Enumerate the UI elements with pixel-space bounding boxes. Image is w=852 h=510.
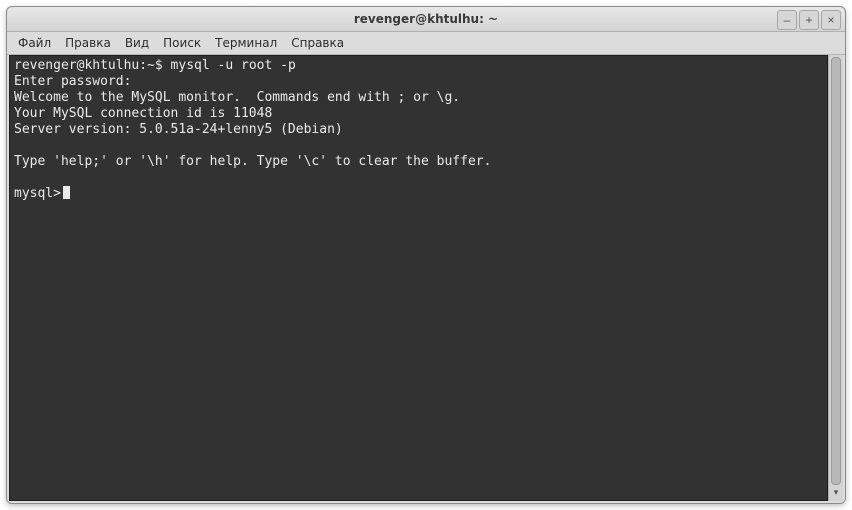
terminal-line: Server version: 5.0.51a-24+lenny5 (Debia… [14, 122, 343, 137]
menubar: Файл Правка Вид Поиск Терминал Справка [7, 32, 845, 55]
scrollbar-thumb[interactable] [831, 57, 841, 485]
shell-prompt: revenger@khtulhu:~$ [14, 58, 163, 73]
menu-edit[interactable]: Правка [60, 34, 116, 52]
terminal-line: Welcome to the MySQL monitor. Commands e… [14, 90, 460, 105]
menu-help[interactable]: Справка [286, 34, 349, 52]
menu-view[interactable]: Вид [120, 34, 154, 52]
terminal-line: Type 'help;' or '\h' for help. Type '\c'… [14, 154, 491, 169]
close-button[interactable]: × [821, 10, 841, 30]
maximize-button[interactable]: + [799, 10, 819, 30]
shell-command: mysql -u root -p [171, 58, 296, 73]
window-controls: – + × [777, 10, 841, 30]
window-title: revenger@khtulhu: ~ [7, 12, 845, 26]
scrollbar[interactable]: ▾ [828, 55, 843, 501]
terminal-line: Your MySQL connection id is 11048 [14, 106, 272, 121]
terminal-output[interactable]: revenger@khtulhu:~$ mysql -u root -p Ent… [9, 55, 828, 501]
titlebar[interactable]: revenger@khtulhu: ~ – + × [7, 7, 845, 32]
cursor-icon [63, 186, 70, 199]
menu-search[interactable]: Поиск [158, 34, 206, 52]
minimize-button[interactable]: – [777, 10, 797, 30]
menu-terminal[interactable]: Терминал [210, 34, 282, 52]
scroll-down-icon[interactable]: ▾ [831, 487, 841, 499]
menu-file[interactable]: Файл [13, 34, 56, 52]
terminal-line: Enter password: [14, 74, 131, 89]
terminal-area: revenger@khtulhu:~$ mysql -u root -p Ent… [7, 55, 845, 503]
terminal-window: revenger@khtulhu: ~ – + × Файл Правка Ви… [6, 6, 846, 504]
mysql-prompt: mysql> [14, 186, 61, 201]
